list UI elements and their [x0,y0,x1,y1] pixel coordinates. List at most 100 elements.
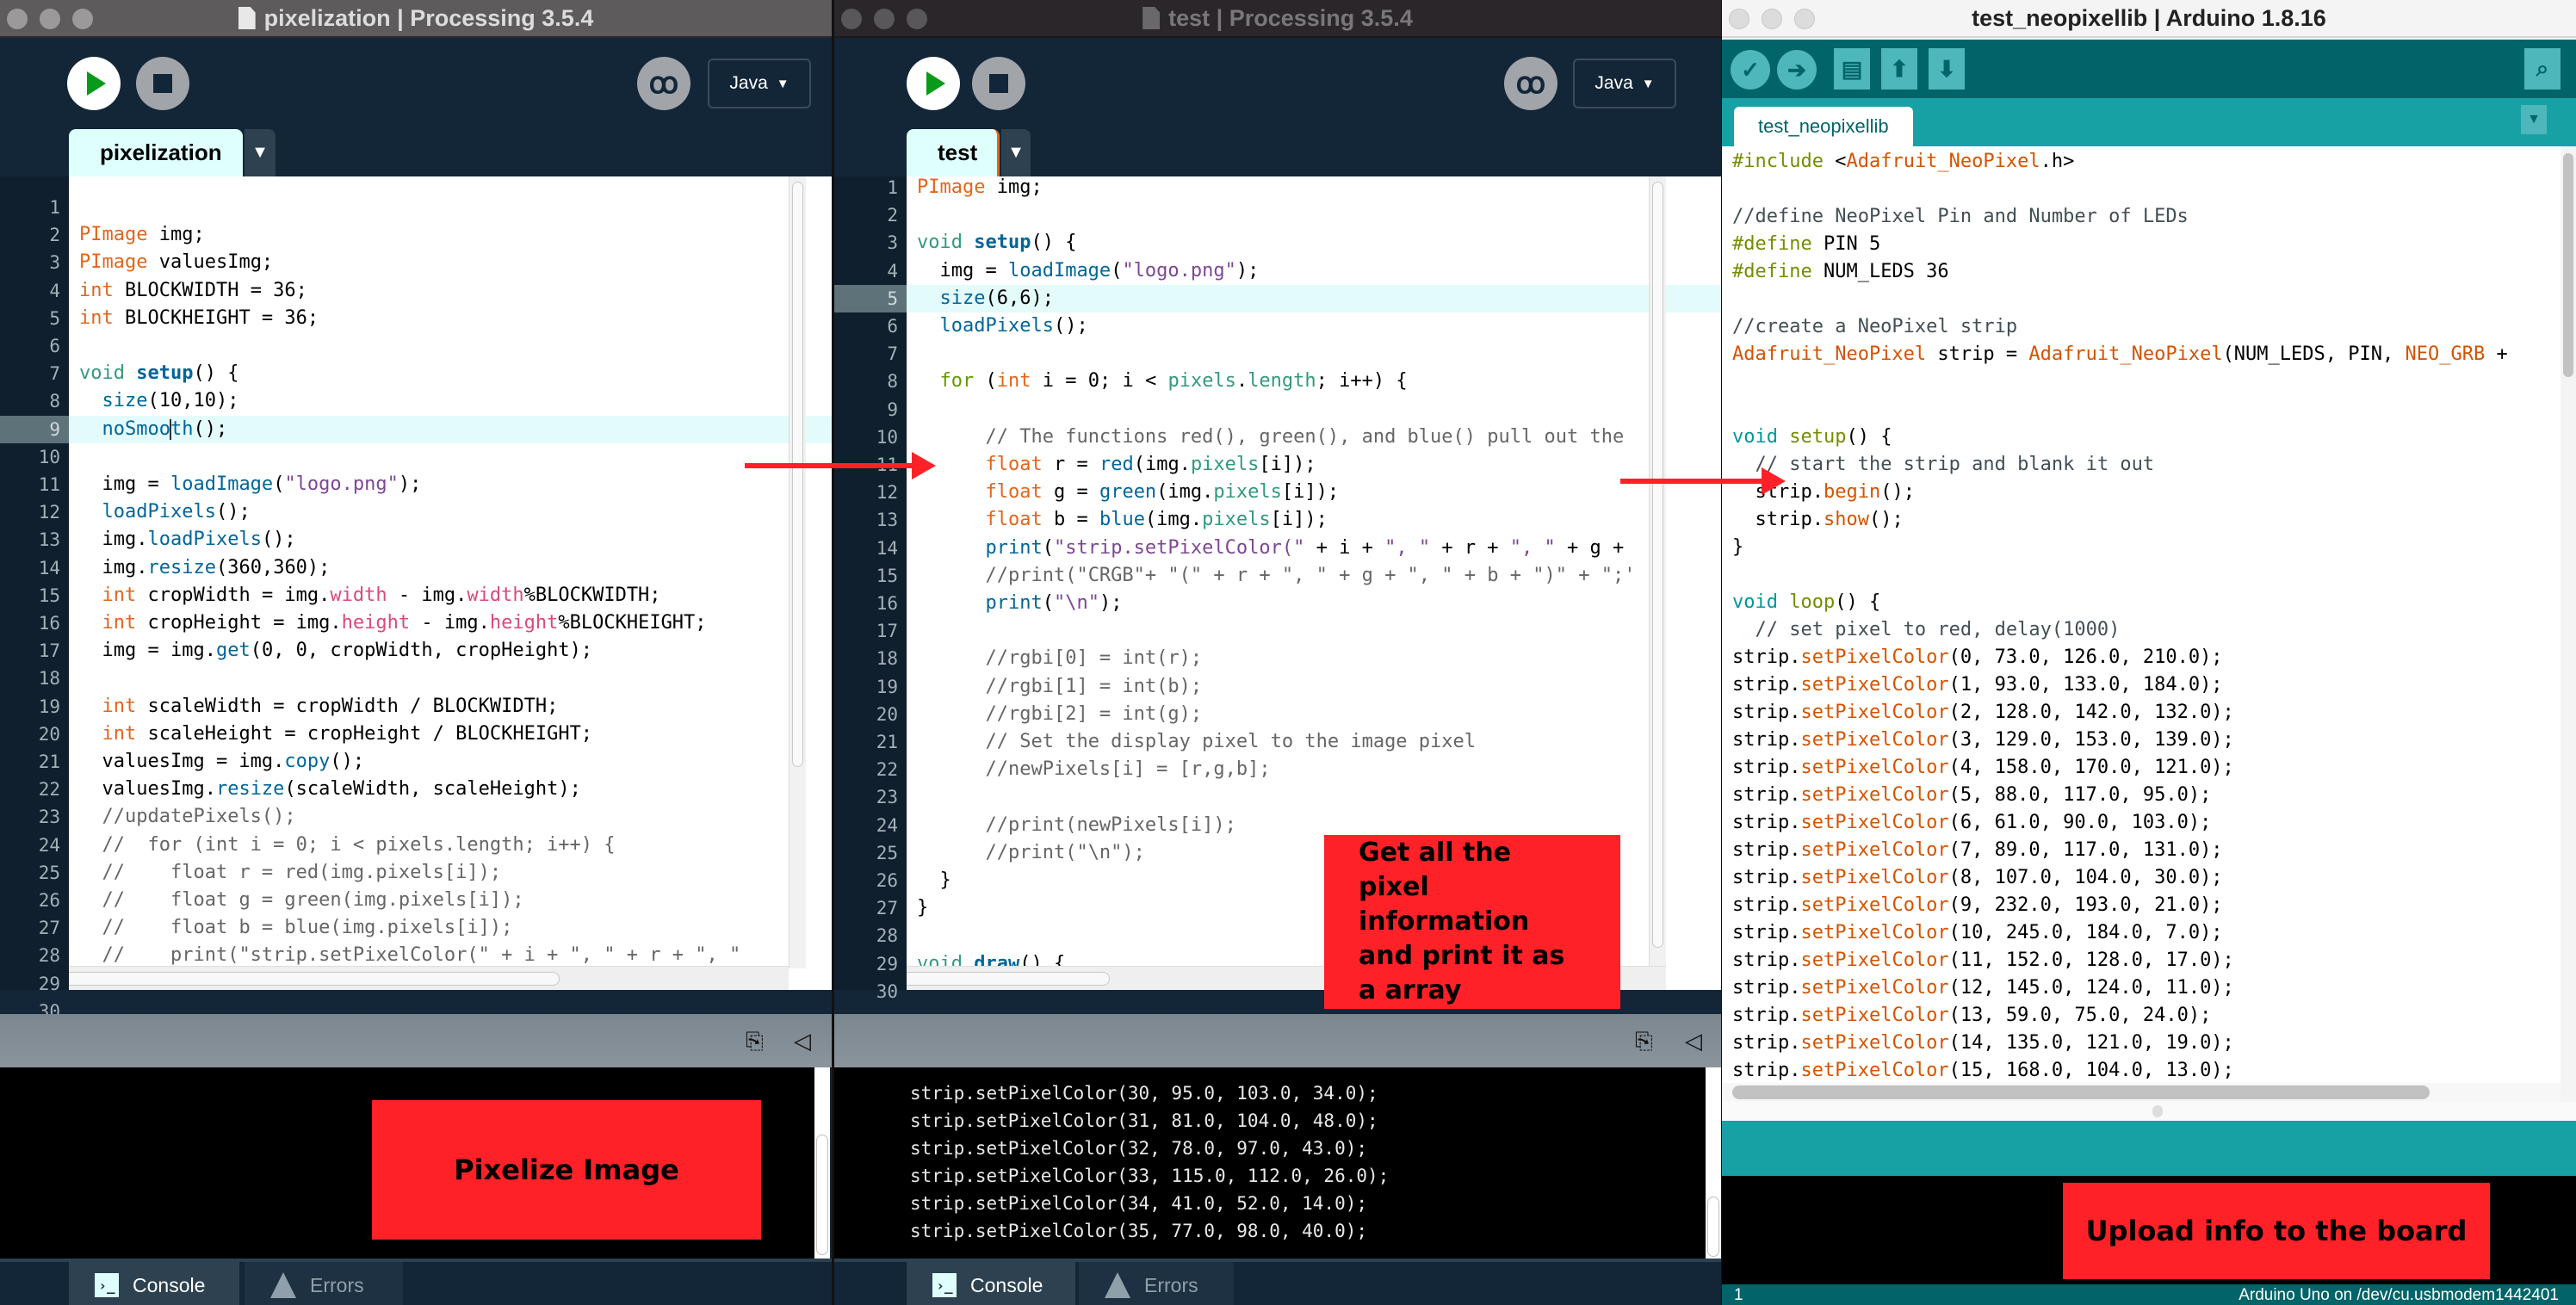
scrollbar-thumb[interactable] [816,1135,828,1255]
code-line[interactable]: // Set the display pixel to the image pi… [907,728,1721,756]
tab-test[interactable]: test [907,129,1000,176]
code-line[interactable]: //rgbi[1] = int(b); [907,673,1721,701]
run-button[interactable] [67,57,121,110]
code-line[interactable]: strip.setPixelColor(6, 61.0, 90.0, 103.0… [1732,809,2211,837]
code-line[interactable]: //updatePixels(); [69,803,832,831]
console-scrollbar[interactable] [1706,1067,1721,1259]
code-line[interactable]: img = loadImage("logo.png"); [69,471,832,498]
code-line[interactable]: strip.setPixelColor(14, 135.0, 121.0, 19… [1732,1030,2234,1057]
code-line[interactable] [907,201,1721,229]
code-line[interactable]: #define NUM_LEDS 36 [1732,258,1949,286]
maximize-button[interactable] [1794,9,1815,29]
code-line[interactable]: #define PIN 5 [1732,231,1880,258]
scrollbar-thumb[interactable] [1732,1085,2430,1099]
code-line[interactable]: // float b = blue(img.pixels[i]); [69,914,832,942]
code-line[interactable]: strip.setPixelColor(3, 129.0, 153.0, 139… [1732,727,2234,754]
editor-horizontal-scrollbar[interactable] [69,966,789,990]
code-line[interactable] [907,340,1721,368]
debug-button[interactable]: ꝏ [1504,57,1557,110]
code-line[interactable]: noSmooth(); [69,415,832,443]
code-line[interactable] [69,194,832,221]
stop-button[interactable] [136,57,189,110]
code-line[interactable]: PImage valuesImg; [69,249,832,276]
tab-test-neopixellib[interactable]: test_neopixellib [1734,107,1913,146]
code-line[interactable]: print("\n"); [907,590,1721,617]
minimize-button[interactable] [40,9,60,29]
save-sketch-button[interactable]: ⬇ [1929,48,1965,90]
code-line[interactable]: for (int i = 0; i < pixels.length; i++) … [907,368,1721,395]
code-line[interactable]: int BLOCKHEIGHT = 36; [69,305,832,332]
code-line[interactable]: void setup() { [907,229,1721,257]
code-line[interactable]: void setup() { [69,360,832,387]
console-scrollbar[interactable] [814,1067,830,1259]
minimize-button[interactable] [874,9,895,29]
drag-handle-icon[interactable] [2152,1105,2163,1117]
open-sketch-button[interactable]: ⬆ [1881,48,1917,90]
scrollbar-thumb[interactable] [2563,153,2573,377]
code-line[interactable]: Adafruit_NeoPixel strip = Adafruit_NeoPi… [1732,341,2508,368]
code-line[interactable] [907,396,1721,424]
mode-selector[interactable]: Java ▼ [708,59,811,108]
code-line[interactable]: float g = green(img.pixels[i]); [907,479,1721,506]
run-button[interactable] [907,57,960,110]
code-line[interactable]: //rgbi[2] = int(g); [907,701,1721,728]
code-line[interactable]: img = loadImage("logo.png"); [907,257,1721,285]
code-line[interactable]: loadPixels(); [907,312,1721,340]
code-line[interactable]: // for (int i = 0; i < pixels.length; i+… [69,832,832,859]
code-line[interactable]: strip.setPixelColor(5, 88.0, 117.0, 95.0… [1732,782,2211,809]
code-line[interactable]: strip.setPixelColor(9, 232.0, 193.0, 21.… [1732,892,2223,919]
code-line[interactable]: } [1732,534,1743,561]
code-line[interactable]: void setup() { [1732,424,1892,451]
code-line[interactable]: print("strip.setPixelColor(" + i + ", " … [907,535,1721,562]
code-line[interactable]: float r = red(img.pixels[i]); [907,451,1721,479]
code-line[interactable]: strip.setPixelColor(15, 168.0, 104.0, 13… [1732,1057,2234,1083]
code-line[interactable] [69,443,832,471]
mode-selector[interactable]: Java ▼ [1573,59,1676,108]
code-line[interactable]: // start the strip and blank it out [1732,451,2155,479]
scrollbar-thumb[interactable] [69,972,560,986]
copy-console-icon[interactable]: ⎘ [1635,1028,1653,1055]
code-line[interactable]: loadPixels(); [69,498,832,526]
code-line[interactable]: strip.setPixelColor(0, 73.0, 126.0, 210.… [1732,644,2223,671]
code-line[interactable]: int cropHeight = img.height - img.height… [69,609,832,637]
code-line[interactable]: img = img.get(0, 0, cropWidth, cropHeigh… [69,637,832,665]
code-line[interactable]: PImage img; [69,221,832,249]
copy-console-icon[interactable]: ⎘ [746,1028,764,1055]
code-line[interactable]: //rgbi[0] = int(r); [907,645,1721,672]
code-line[interactable]: // set pixel to red, delay(1000) [1732,616,2121,644]
verify-button[interactable]: ✓ [1731,50,1770,90]
collapse-console-icon[interactable]: ◁ [1685,1028,1702,1055]
minimize-button[interactable] [1762,9,1782,29]
tab-menu-button[interactable]: ▼ [245,129,276,176]
code-editor[interactable]: #include <Adafruit_NeoPixel.h> //define N… [1722,146,2561,1083]
collapse-console-icon[interactable]: ◁ [794,1028,811,1055]
close-button[interactable] [7,9,28,29]
code-line[interactable]: void loop() { [1732,589,1880,616]
tab-errors[interactable]: Errors [245,1262,403,1305]
close-button[interactable] [1729,9,1749,29]
tab-errors[interactable]: Errors [1079,1262,1234,1305]
scrollbar-thumb[interactable] [792,182,803,767]
code-line[interactable]: strip.setPixelColor(10, 245.0, 184.0, 7.… [1732,919,2223,947]
code-line[interactable]: strip.setPixelColor(1, 93.0, 133.0, 184.… [1732,671,2223,699]
code-line[interactable]: strip.setPixelColor(11, 152.0, 128.0, 17… [1732,947,2234,974]
editor-vertical-scrollbar[interactable] [789,176,806,968]
code-line[interactable]: //newPixels[i] = [r,g,b]; [907,756,1721,783]
code-line[interactable] [69,332,832,360]
tab-pixelization[interactable]: pixelization [69,129,243,176]
panel-divider[interactable] [1722,1102,2576,1121]
editor-horizontal-scrollbar[interactable] [1722,1083,2561,1102]
maximize-button[interactable] [72,9,93,29]
code-line[interactable]: int cropWidth = img.width - img.width%BL… [69,582,832,609]
code-line[interactable]: //create a NeoPixel strip [1732,313,2017,341]
code-line[interactable]: valuesImg = img.copy(); [69,748,832,776]
code-line[interactable]: strip.setPixelColor(4, 158.0, 170.0, 121… [1732,754,2234,782]
code-line[interactable]: strip.setPixelColor(8, 107.0, 104.0, 30.… [1732,864,2223,892]
scrollbar-thumb[interactable] [1652,182,1663,948]
tab-menu-button[interactable]: ▼ [2521,105,2547,134]
maximize-button[interactable] [907,9,927,29]
editor-vertical-scrollbar[interactable] [2561,146,2576,1083]
code-line[interactable]: int scaleWidth = cropWidth / BLOCKWIDTH; [69,693,832,721]
code-line[interactable]: size(10,10); [69,387,832,415]
code-line[interactable]: int BLOCKWIDTH = 36; [69,277,832,305]
